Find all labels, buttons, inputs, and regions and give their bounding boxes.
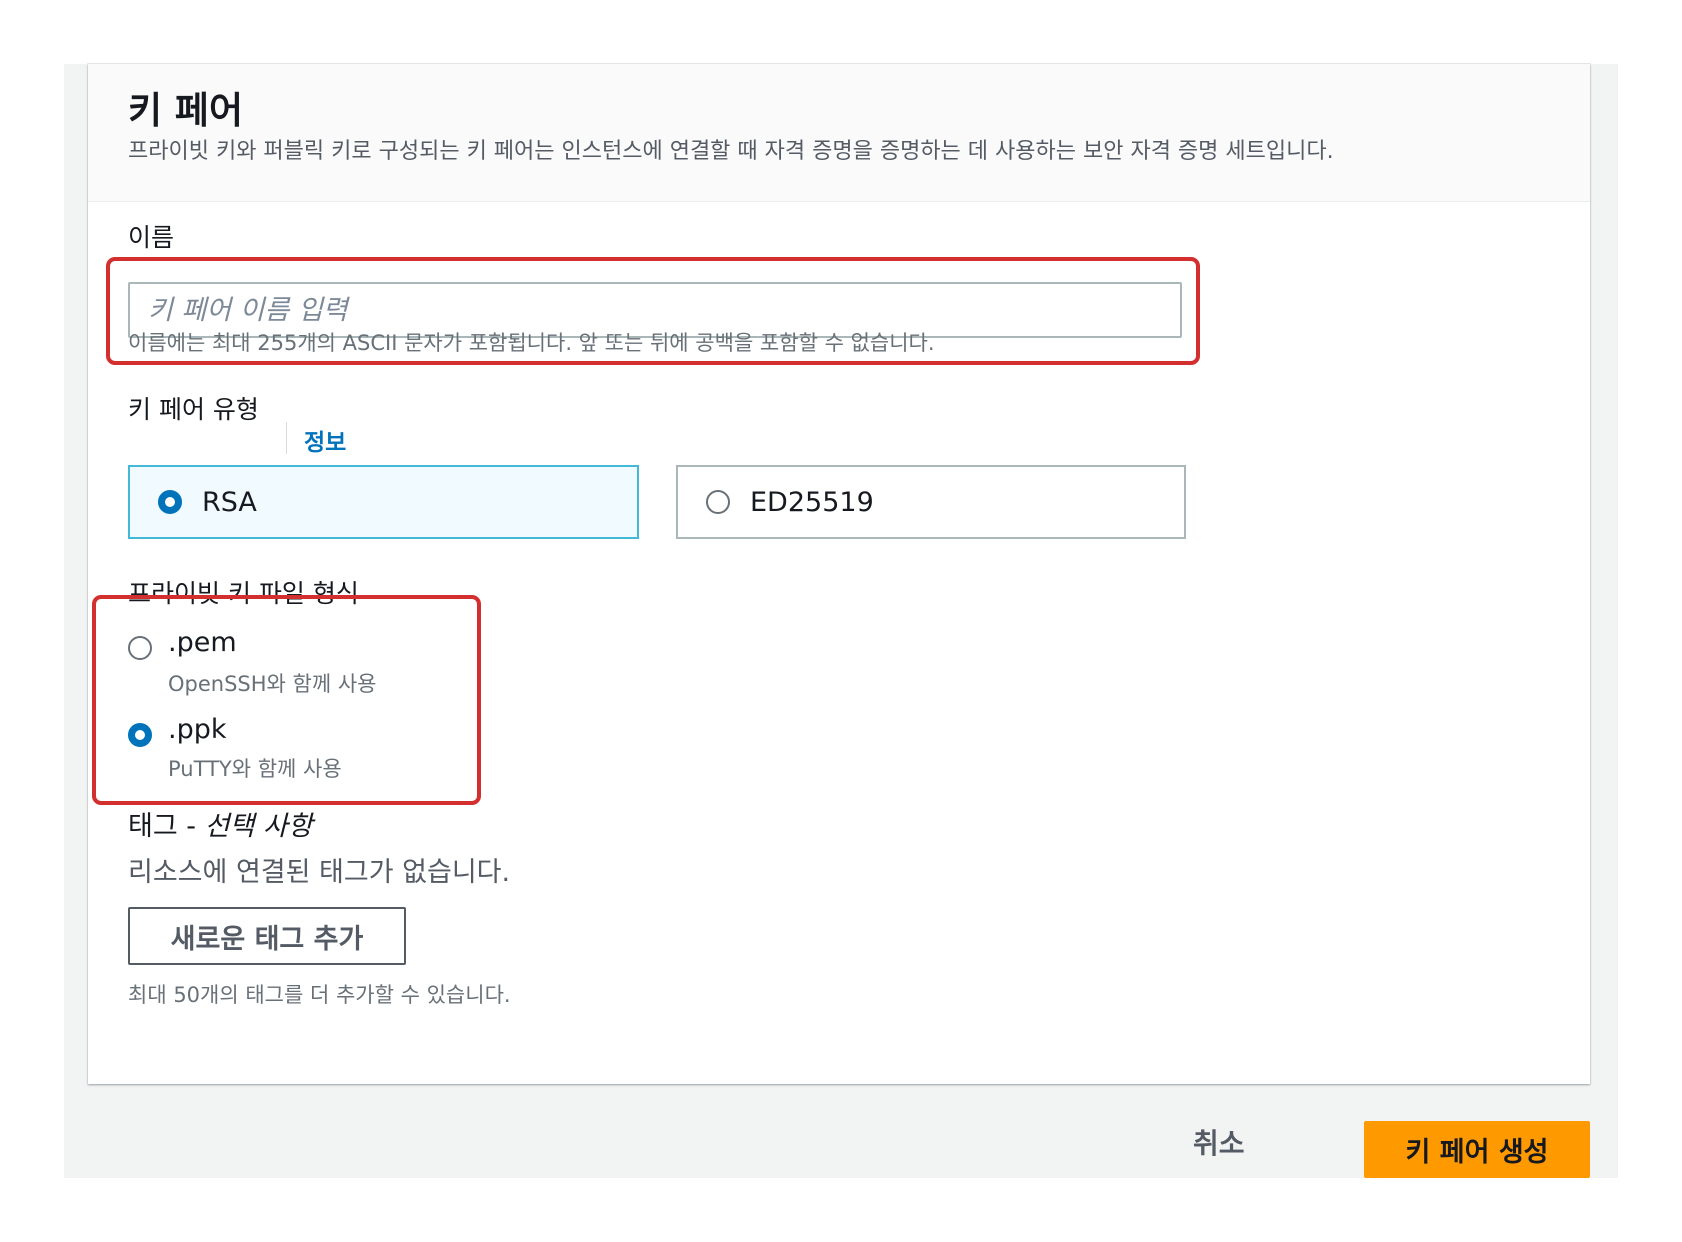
radio-tile-rsa[interactable]: RSA (128, 465, 639, 539)
ppk-description: PuTTY와 함께 사용 (168, 757, 342, 781)
add-tag-button[interactable]: 새로운 태그 추가 (128, 907, 406, 965)
tags-limit-text: 최대 50개의 태그를 더 추가할 수 있습니다. (128, 983, 511, 1007)
tags-title-text: 태그 - (128, 811, 197, 842)
key-type-info-link[interactable]: 정보 (304, 423, 346, 457)
ppk-label[interactable]: .ppk (168, 714, 227, 745)
tags-optional-text: 선택 사항 (204, 811, 313, 842)
ed25519-label: ED25519 (750, 487, 874, 518)
page-title: 키 페어 (128, 89, 244, 132)
file-format-label: 프라이빗 키 파일 형식 (128, 579, 359, 608)
create-key-pair-button[interactable]: 키 페어 생성 (1364, 1121, 1590, 1178)
radio-tile-ed25519[interactable]: ED25519 (676, 465, 1186, 539)
ed25519-radio[interactable] (706, 490, 730, 514)
ppk-radio[interactable] (128, 723, 152, 747)
key-type-label: 키 페어 유형 (128, 395, 259, 424)
tags-title: 태그 - 선택 사항 (128, 804, 313, 843)
cancel-button[interactable]: 취소 (1193, 1122, 1245, 1162)
name-label: 이름 (128, 223, 175, 252)
pem-description: OpenSSH와 함께 사용 (168, 672, 377, 696)
tags-empty-text: 리소스에 연결된 태그가 없습니다. (128, 857, 511, 888)
rsa-radio[interactable] (158, 490, 182, 514)
key-pair-form-card: 키 페어 프라이빗 키와 퍼블릭 키로 구성되는 키 페어는 인스턴스에 연결할… (88, 64, 1590, 1084)
rsa-label: RSA (202, 487, 257, 518)
card-header: 키 페어 프라이빗 키와 퍼블릭 키로 구성되는 키 페어는 인스턴스에 연결할… (88, 64, 1590, 202)
page-description: 프라이빗 키와 퍼블릭 키로 구성되는 키 페어는 인스턴스에 연결할 때 자격… (128, 139, 1334, 164)
name-hint: 이름에는 최대 255개의 ASCII 문자가 포함됩니다. 앞 또는 뒤에 공… (128, 331, 935, 355)
pem-label[interactable]: .pem (168, 627, 237, 658)
pem-radio[interactable] (128, 636, 152, 660)
info-divider (286, 422, 287, 454)
